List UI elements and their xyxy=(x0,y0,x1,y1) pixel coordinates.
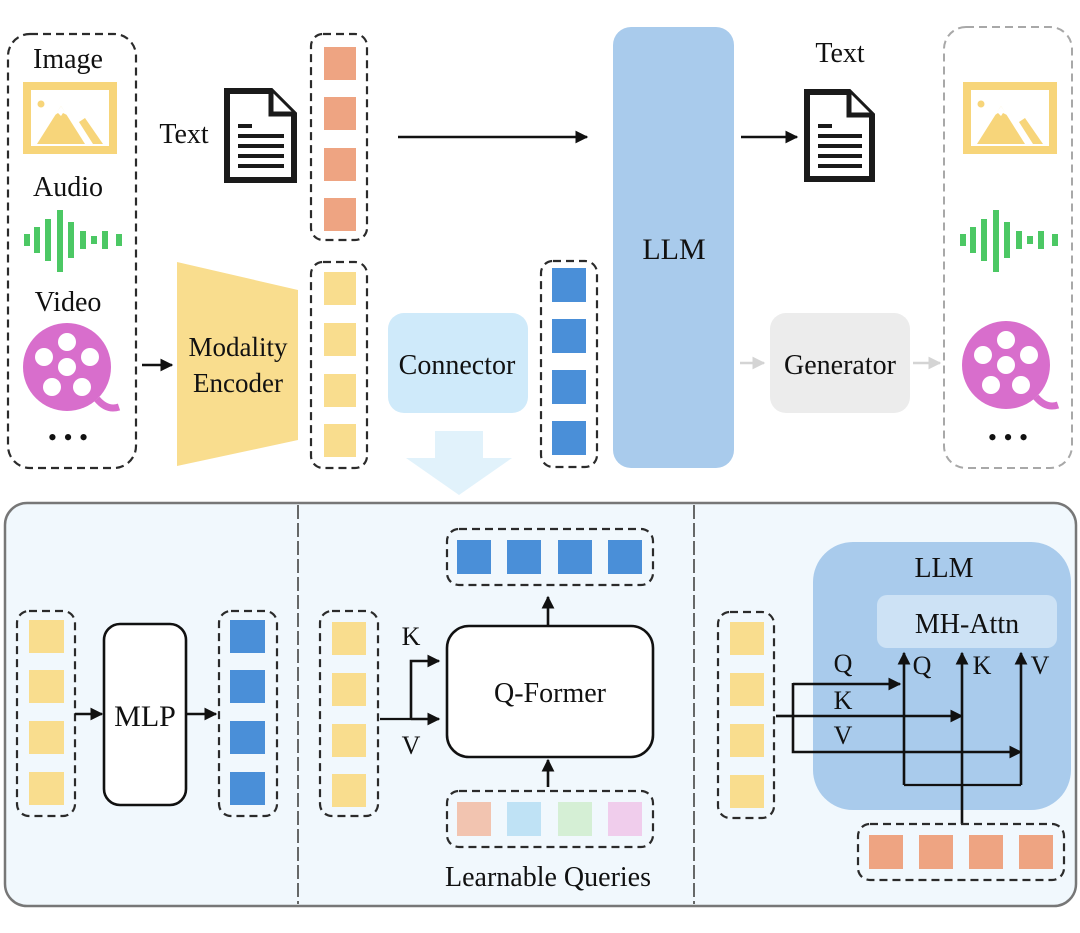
llm-token xyxy=(552,421,586,455)
output-image-icon xyxy=(963,82,1057,154)
mlp-block[interactable]: MLP xyxy=(102,622,188,807)
qformer-output-token xyxy=(558,540,592,574)
more-modalities-ellipsis: • • • xyxy=(48,423,88,452)
document-icon xyxy=(224,88,297,183)
mlp-output-token xyxy=(230,721,265,754)
learnable-query-token xyxy=(507,802,541,836)
video-label: Video xyxy=(35,287,102,318)
text-token xyxy=(324,198,356,231)
cross-attn-input-token xyxy=(730,622,764,655)
input-modalities-group: Image Audio Video • • • xyxy=(6,32,138,470)
modality-encoder-label-line1: Modality xyxy=(189,332,288,362)
llm-token-column xyxy=(539,259,599,469)
text-output-label: Text xyxy=(815,38,865,69)
text-token xyxy=(324,47,356,80)
output-modalities-group: • • • xyxy=(943,26,1073,469)
cross-attn-text-token xyxy=(869,835,903,869)
llm-token xyxy=(552,319,586,353)
modality-token xyxy=(324,424,356,457)
output-audio-waveform-icon xyxy=(960,210,1058,272)
qformer-v-label: V xyxy=(402,731,421,760)
cross-attn-text-token xyxy=(1019,835,1053,869)
cross-attn-text-token xyxy=(969,835,1003,869)
qformer-output-token xyxy=(608,540,642,574)
qformer-input-token xyxy=(332,622,366,655)
k-input-label: K xyxy=(834,686,853,715)
llm-token xyxy=(552,268,586,302)
q-input-label: Q xyxy=(834,649,853,678)
qformer-input-token xyxy=(332,774,366,807)
v-input-label: V xyxy=(834,721,853,750)
audio-label: Audio xyxy=(33,172,103,203)
mlp-input-token xyxy=(29,670,64,703)
modality-token xyxy=(324,374,356,407)
expand-down-arrow-icon xyxy=(406,431,512,495)
output-document-icon xyxy=(804,89,875,182)
text-token-column xyxy=(309,32,369,242)
cross-attn-text-token xyxy=(919,835,953,869)
learnable-query-token xyxy=(558,802,592,836)
mlp-output-token xyxy=(230,620,265,653)
modality-encoder: Modality Encoder xyxy=(177,262,298,466)
text-token xyxy=(324,97,356,130)
qformer-input-token xyxy=(332,724,366,757)
mlp-output-token xyxy=(230,772,265,805)
mlp-input-token xyxy=(29,772,64,805)
mlp-input-token xyxy=(29,620,64,653)
mlp-label: MLP xyxy=(114,700,176,733)
text-token xyxy=(324,148,356,181)
llm-label: LLM xyxy=(642,233,705,266)
output-more-modalities-ellipsis: • • • xyxy=(988,423,1028,452)
llm-token xyxy=(552,370,586,404)
qformer-input-token xyxy=(332,673,366,706)
cross-attn-input-token xyxy=(730,724,764,757)
cross-attn-input-token xyxy=(730,673,764,706)
qformer-block[interactable]: Q-Former xyxy=(445,624,655,759)
modality-encoder-label-line2: Encoder xyxy=(193,368,283,398)
llm-block[interactable]: LLM xyxy=(613,27,734,468)
inner-llm-label: LLM xyxy=(914,553,973,584)
learnable-query-token xyxy=(608,802,642,836)
output-video-reel-icon xyxy=(962,321,1060,410)
qformer-output-token xyxy=(507,540,541,574)
image-icon xyxy=(23,82,117,154)
cross-attn-input-token xyxy=(730,775,764,808)
generator-block[interactable]: Generator xyxy=(770,313,910,413)
generator-label: Generator xyxy=(784,350,897,381)
audio-waveform-icon xyxy=(24,210,122,272)
modality-token-column xyxy=(309,260,369,470)
video-reel-icon xyxy=(23,323,121,412)
learnable-queries-label: Learnable Queries xyxy=(445,862,651,893)
qformer-k-label: K xyxy=(402,622,421,651)
mlp-input-token xyxy=(29,721,64,754)
q-output-label: Q xyxy=(913,651,932,680)
text-input-label: Text xyxy=(159,119,209,150)
mllm-architecture-diagram: Image Audio Video • • • Text Modality En… xyxy=(3,26,1078,908)
mlp-output-token xyxy=(230,670,265,703)
mh-attn-label: MH-Attn xyxy=(915,609,1019,640)
connector-label: Connector xyxy=(399,350,516,381)
learnable-query-token xyxy=(457,802,491,836)
qformer-output-token xyxy=(457,540,491,574)
modality-token xyxy=(324,272,356,305)
qformer-label: Q-Former xyxy=(494,678,607,709)
connector-block[interactable]: Connector xyxy=(388,313,528,413)
modality-token xyxy=(324,323,356,356)
k-output-label: K xyxy=(973,651,992,680)
v-output-label: V xyxy=(1031,651,1050,680)
image-label: Image xyxy=(33,44,103,75)
